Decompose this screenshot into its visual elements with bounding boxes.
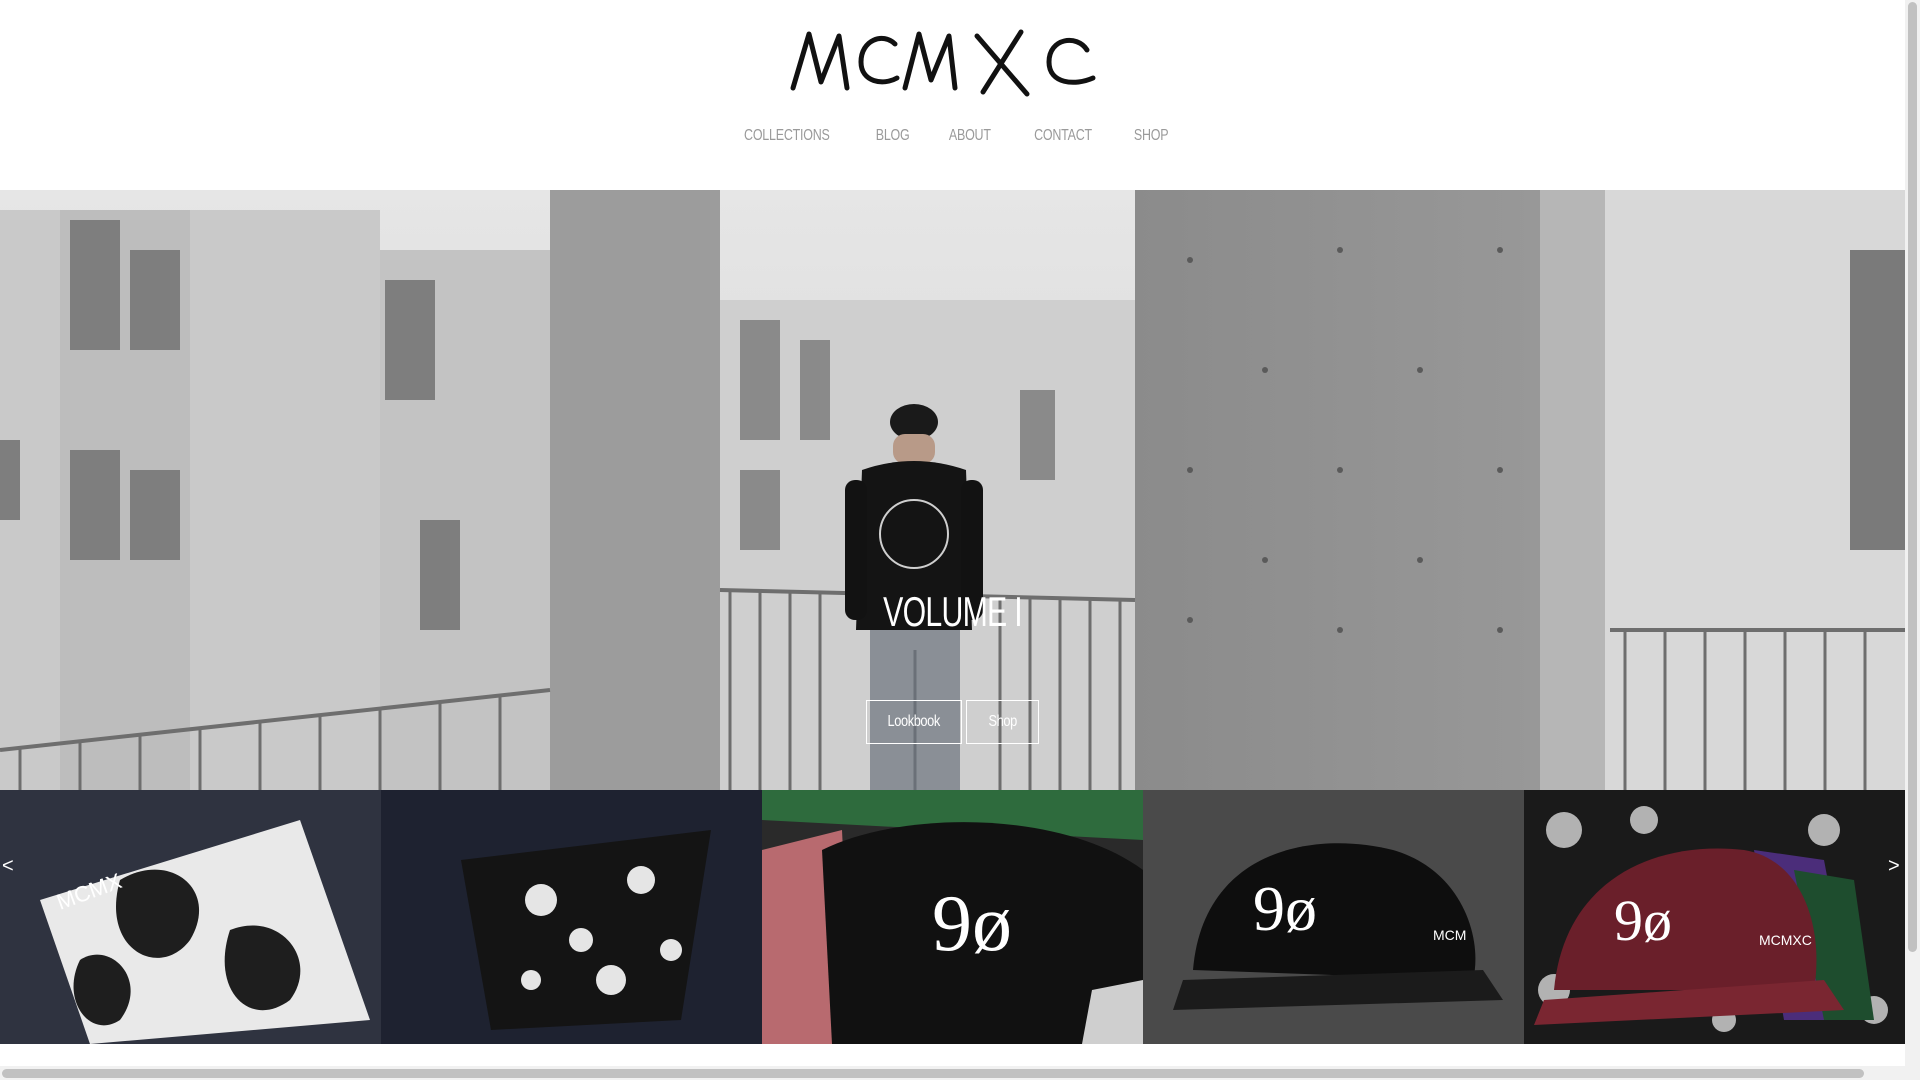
svg-text:9ø: 9ø [1614, 888, 1672, 953]
mcmxc-logo[interactable] [787, 22, 1097, 98]
svg-text:9ø: 9ø [932, 880, 1012, 968]
floral-pocket-white-image: MCMX [0, 790, 381, 1044]
nav-shop[interactable]: SHOP [1134, 124, 1169, 148]
nav-contact[interactable]: CONTACT [1034, 124, 1092, 148]
nav-collections[interactable]: COLLECTIONS [744, 124, 830, 148]
vertical-scrollbar-thumb[interactable] [1908, 2, 1917, 952]
svg-text:MCMXC: MCMXC [1759, 932, 1812, 948]
carousel-prev-arrow[interactable]: < [2, 855, 14, 878]
svg-text:MCM: MCM [1433, 927, 1466, 943]
hero-title: VOLUME I [883, 588, 1022, 636]
nav-blog[interactable]: BLOG [876, 124, 910, 148]
main-nav: COLLECTIONS BLOG ABOUT CONTACT SHOP [0, 124, 1905, 148]
product-tile-2[interactable] [381, 790, 762, 1044]
lookbook-button-label: Lookbook [887, 713, 941, 730]
horizontal-scrollbar-thumb[interactable] [2, 1069, 1864, 1078]
horizontal-scrollbar[interactable] [0, 1066, 1905, 1080]
shop-button-label: Shop [988, 713, 1017, 730]
product-tile-4[interactable]: 9ø MCM [1143, 790, 1524, 1044]
90-snapback-group-image: 9ø [762, 790, 1143, 1044]
floral-pocket-black-image [381, 790, 762, 1044]
hero-slider[interactable]: VOLUME I Lookbook Shop [0, 190, 1905, 790]
carousel-next-arrow[interactable]: > [1888, 855, 1900, 878]
90-snapback-burgundy-image: 9ø MCMXC [1524, 790, 1905, 1044]
product-carousel: MCMX 9ø 9ø MCM 9ø MCMXC [0, 790, 1905, 1044]
page: COLLECTIONS BLOG ABOUT CONTACT SHOP VOLU… [0, 0, 1905, 1080]
lookbook-button[interactable]: Lookbook [866, 700, 962, 744]
product-tile-1[interactable]: MCMX [0, 790, 381, 1044]
shop-button[interactable]: Shop [966, 700, 1039, 744]
vertical-scrollbar[interactable] [1905, 0, 1920, 1080]
svg-text:9ø: 9ø [1253, 873, 1317, 944]
product-tile-5[interactable]: 9ø MCMXC [1524, 790, 1905, 1044]
nav-about[interactable]: ABOUT [949, 124, 991, 148]
90-snapback-black-image: 9ø MCM [1143, 790, 1524, 1044]
product-tile-3[interactable]: 9ø [762, 790, 1143, 1044]
